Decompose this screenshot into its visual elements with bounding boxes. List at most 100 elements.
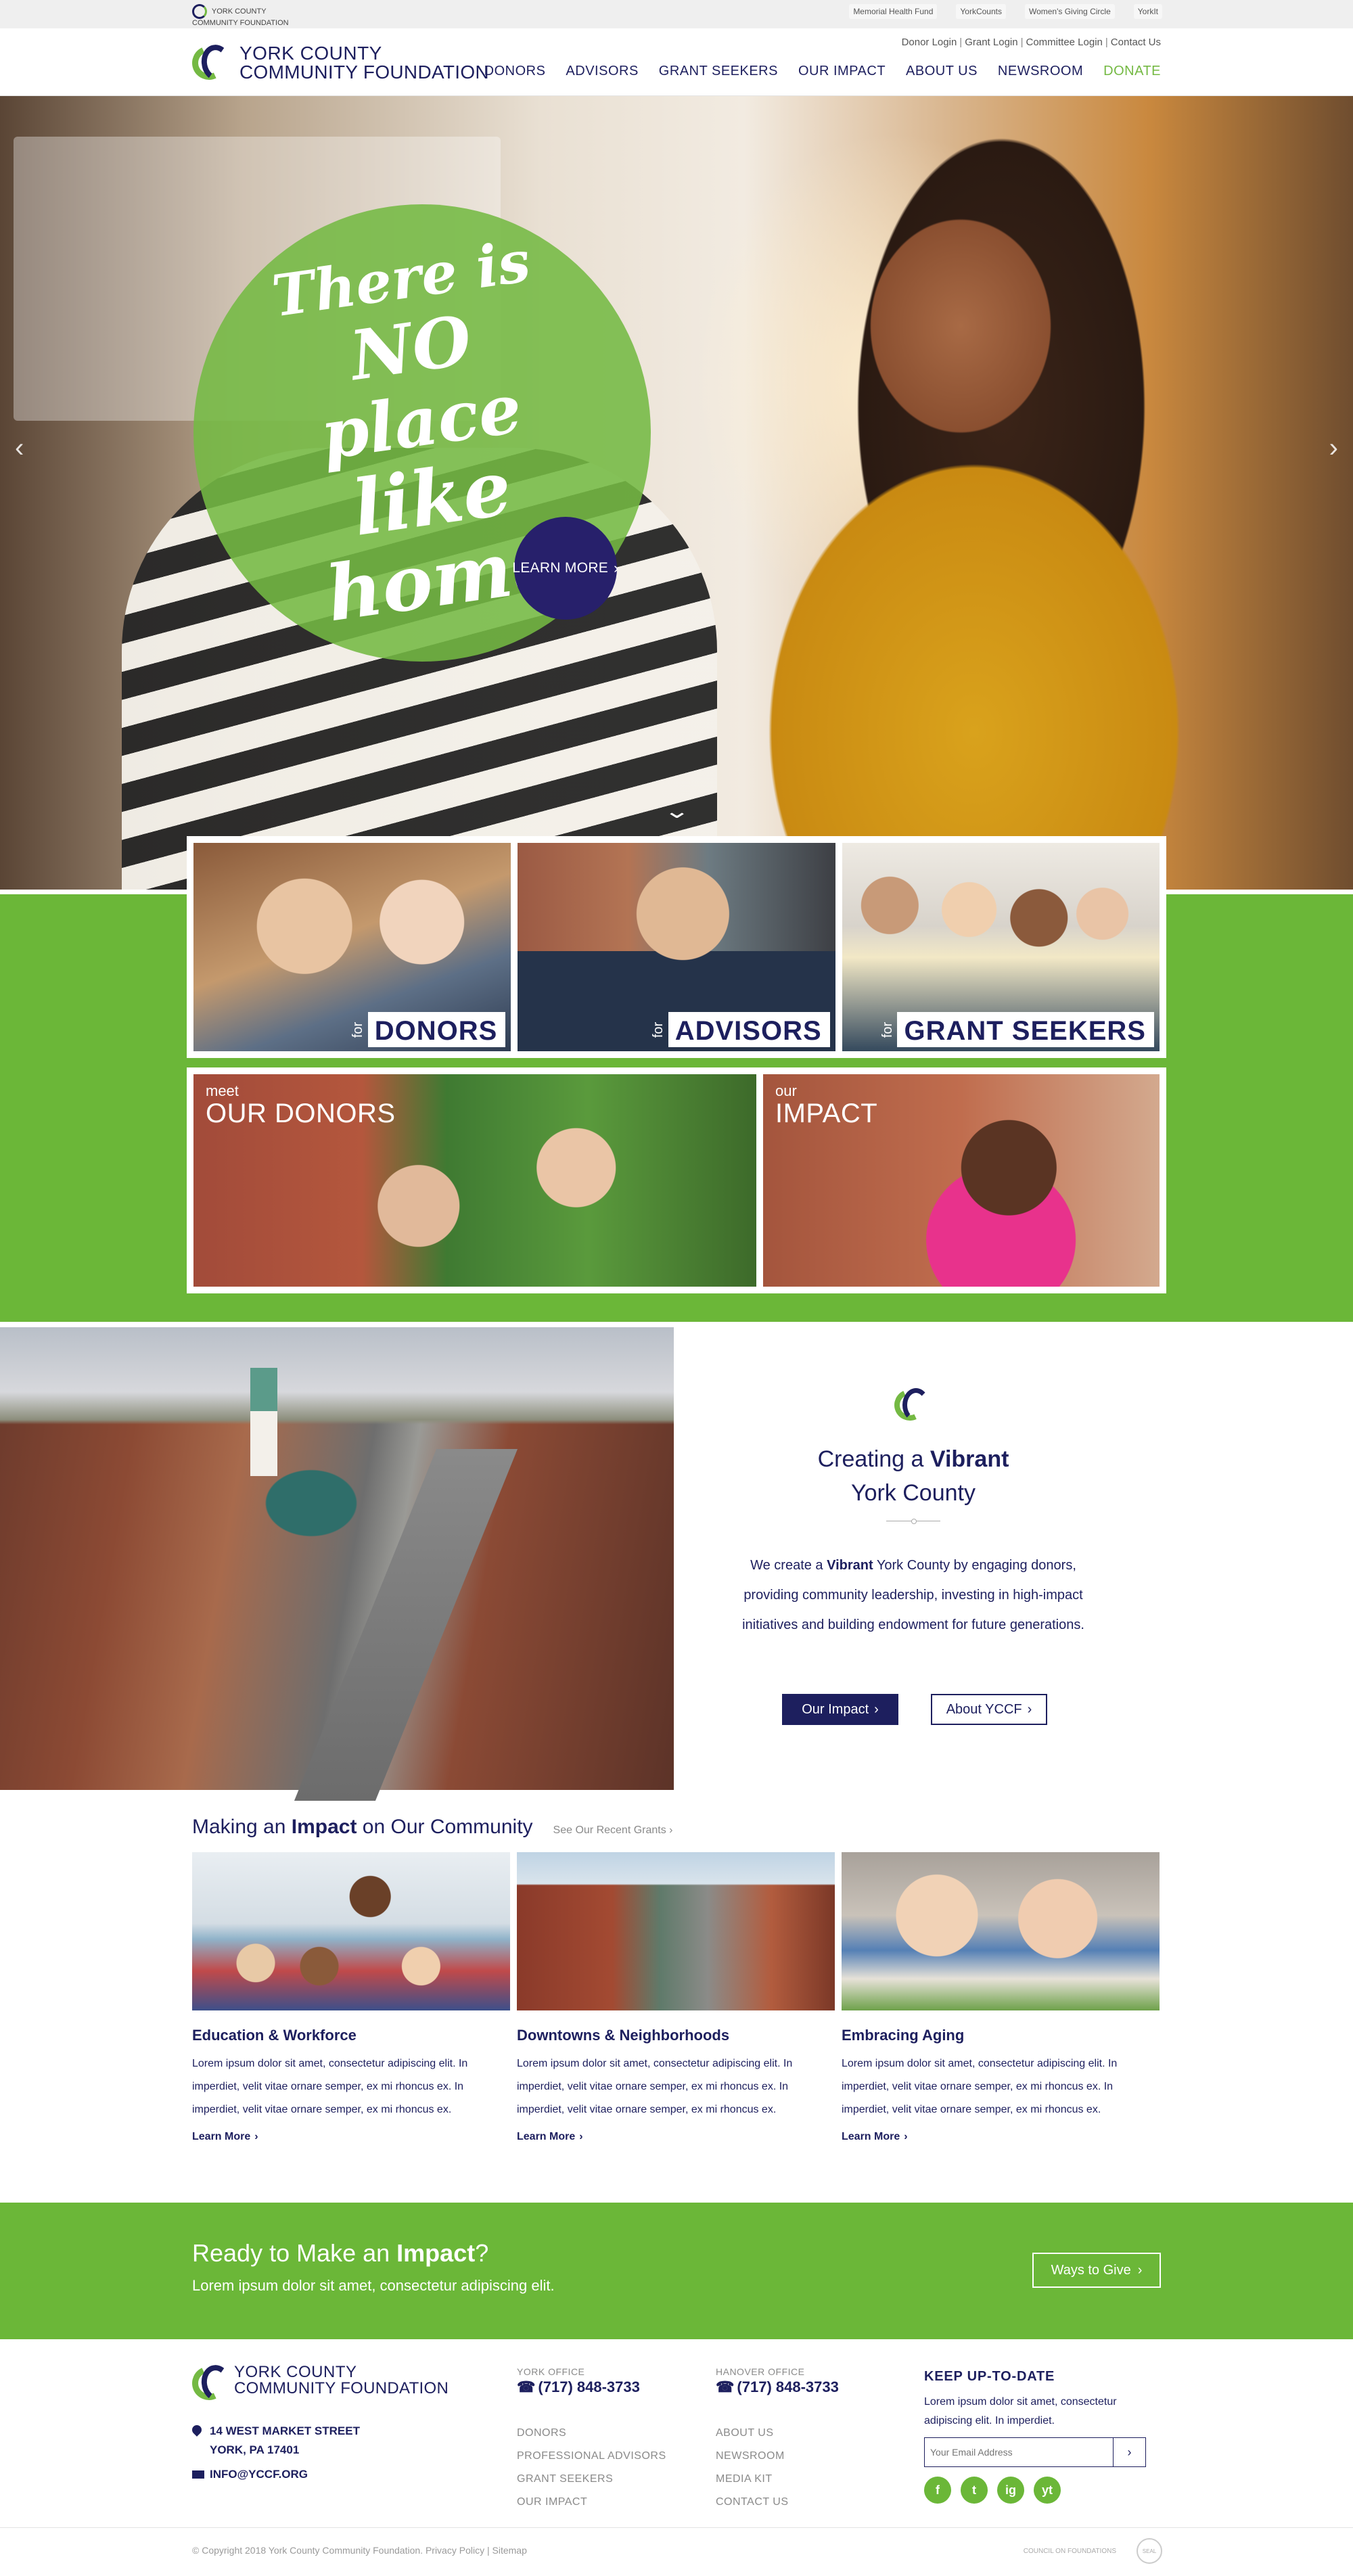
phone-icon: ☎ xyxy=(517,2378,536,2395)
nav-our-impact[interactable]: OUR IMPACT xyxy=(798,64,886,79)
logo-mark-icon xyxy=(890,1384,934,1426)
nav-donors[interactable]: DONORS xyxy=(484,64,546,79)
partner-logo[interactable]: YorkCounts xyxy=(956,4,1006,19)
email-input[interactable] xyxy=(925,2438,1113,2466)
logo-mark-icon xyxy=(187,2361,235,2406)
downtowns-photo[interactable] xyxy=(517,1852,835,2010)
tile-donors-label: DONORS xyxy=(367,1012,506,1047)
education-photo[interactable] xyxy=(192,1852,510,2010)
youtube-icon[interactable]: yt xyxy=(1034,2477,1061,2504)
impact-cards: Education & Workforce Lorem ipsum dolor … xyxy=(192,1852,1161,2143)
separator: | xyxy=(959,37,963,48)
grant-login-link[interactable]: Grant Login xyxy=(965,37,1017,48)
aging-photo[interactable] xyxy=(842,1852,1160,2010)
cta-band: Ready to Make an Impact? Lorem ipsum dol… xyxy=(0,2203,1353,2339)
footer-link-newsroom[interactable]: NEWSROOM xyxy=(716,2445,789,2468)
card-title[interactable]: Downtowns & Neighborhoods xyxy=(517,2027,835,2044)
nav-advisors[interactable]: ADVISORS xyxy=(566,64,638,79)
tile-impact-label: IMPACT xyxy=(775,1099,878,1128)
site-logo[interactable]: YORK COUNTY COMMUNITY FOUNDATION xyxy=(187,41,489,85)
hanover-phone[interactable]: ☎ (717) 848-3733 xyxy=(716,2378,839,2396)
nav-about-us[interactable]: ABOUT US xyxy=(906,64,978,79)
logo-mark-icon xyxy=(187,41,235,85)
footer-logo[interactable]: YORK COUNTY COMMUNITY FOUNDATION xyxy=(187,2361,449,2406)
card-title[interactable]: Education & Workforce xyxy=(192,2027,510,2044)
footer-link-professional-advisors[interactable]: PROFESSIONAL ADVISORS xyxy=(517,2445,666,2468)
partner-logo[interactable]: Women's Giving Circle xyxy=(1024,4,1115,19)
scroll-down-chevron-icon[interactable]: ⌄ xyxy=(663,800,690,823)
partner-logo[interactable]: YorkIt xyxy=(1133,4,1162,19)
learn-more-link[interactable]: Learn More › xyxy=(842,2131,908,2143)
learn-more-button[interactable]: LEARN MORE › xyxy=(512,517,619,620)
logo-line1: YORK COUNTY xyxy=(239,43,382,64)
footer-divider xyxy=(0,2527,1353,2528)
footer-logo-line1: YORK COUNTY xyxy=(234,2363,357,2381)
see-recent-grants-link[interactable]: See Our Recent Grants › xyxy=(553,1824,673,1837)
instagram-icon[interactable]: ig xyxy=(997,2477,1024,2504)
impact-card: Downtowns & Neighborhoods Lorem ipsum do… xyxy=(517,1852,835,2143)
contact-us-link[interactable]: Contact Us xyxy=(1111,37,1161,48)
twitter-icon[interactable]: t xyxy=(961,2477,988,2504)
social-links: f t ig yt xyxy=(924,2477,1161,2504)
logo-mark-icon xyxy=(192,4,207,19)
footer-link-our-impact[interactable]: OUR IMPACT xyxy=(517,2491,666,2514)
nav-newsroom[interactable]: NEWSROOM xyxy=(998,64,1083,79)
subscribe-button[interactable]: › xyxy=(1113,2438,1145,2466)
card-text: Lorem ipsum dolor sit amet, consectetur … xyxy=(517,2058,793,2115)
chevron-right-icon: › xyxy=(1137,2262,1143,2278)
footer-link-about-us[interactable]: ABOUT US xyxy=(716,2422,789,2445)
tile-for-label: for xyxy=(350,1021,366,1038)
nav-donate[interactable]: DONATE xyxy=(1103,64,1161,79)
learn-more-link[interactable]: Learn More › xyxy=(517,2131,583,2143)
copyright-text: © Copyright 2018 York County Community F… xyxy=(192,2545,527,2556)
footer-email-link[interactable]: INFO@YCCF.ORG xyxy=(192,2468,308,2481)
newsletter-form: › xyxy=(924,2437,1146,2467)
map-pin-icon xyxy=(190,2423,204,2437)
slider-prev-arrow-icon[interactable]: ‹ xyxy=(15,434,24,461)
our-impact-button[interactable]: Our Impact › xyxy=(782,1694,898,1725)
learn-more-link[interactable]: Learn More › xyxy=(192,2131,258,2143)
hero-slider: There is NO place like home LEARN MORE › … xyxy=(0,96,1353,890)
slider-next-arrow-icon[interactable]: › xyxy=(1329,434,1338,461)
council-on-foundations-badge[interactable]: COUNCIL ON FOUNDATIONS xyxy=(1024,2548,1116,2555)
donor-login-link[interactable]: Donor Login xyxy=(902,37,957,48)
chevron-right-icon: › xyxy=(1027,1701,1032,1717)
hero-photo-woman xyxy=(717,123,1326,890)
about-yccf-button[interactable]: About YCCF › xyxy=(931,1694,1047,1725)
mini-logo-line1: YORK COUNTY xyxy=(211,7,267,16)
chevron-right-icon: › xyxy=(614,559,619,576)
mission-section: Creating a Vibrant York County We create … xyxy=(676,1327,1353,1790)
seal-badge-icon[interactable]: SEAL xyxy=(1137,2538,1162,2564)
footer-link-donors[interactable]: DONORS xyxy=(517,2422,666,2445)
chevron-right-icon: › xyxy=(1127,2445,1132,2459)
hanover-office-label: HANOVER OFFICE xyxy=(716,2366,805,2377)
footer-link-grant-seekers[interactable]: GRANT SEEKERS xyxy=(517,2468,666,2491)
impact-heading-row: Making an Impact on Our Community See Ou… xyxy=(192,1816,673,1839)
tile-advisors[interactable]: for ADVISORS xyxy=(518,843,835,1051)
tile-our-impact[interactable]: our IMPACT xyxy=(763,1074,1160,1287)
york-phone[interactable]: ☎ (717) 848-3733 xyxy=(517,2378,640,2396)
tile-meet-label: meet xyxy=(206,1082,239,1099)
tile-advisors-label: ADVISORS xyxy=(668,1012,830,1047)
partner-logo[interactable]: Memorial Health Fund xyxy=(849,4,938,19)
utility-nav: Donor Login | Grant Login | Committee Logi… xyxy=(902,37,1161,48)
tile-for-label: for xyxy=(880,1021,896,1038)
envelope-icon xyxy=(192,2470,204,2479)
partner-logos: Memorial Health Fund YorkCounts Women's … xyxy=(849,4,1162,19)
chevron-right-icon: › xyxy=(874,1701,879,1717)
nav-grant-seekers[interactable]: GRANT SEEKERS xyxy=(659,64,778,79)
tile-donors[interactable]: for DONORS xyxy=(193,843,511,1051)
footer-links-about: ABOUT US NEWSROOM MEDIA KIT CONTACT US xyxy=(716,2422,789,2514)
tile-meet-our-donors[interactable]: meet OUR DONORS xyxy=(193,1074,756,1287)
footer-link-media-kit[interactable]: MEDIA KIT xyxy=(716,2468,789,2491)
tile-grant-seekers[interactable]: for GRANT SEEKERS xyxy=(842,843,1160,1051)
footer-links-audience: DONORS PROFESSIONAL ADVISORS GRANT SEEKE… xyxy=(517,2422,666,2514)
facebook-icon[interactable]: f xyxy=(924,2477,951,2504)
committee-login-link[interactable]: Committee Login xyxy=(1026,37,1103,48)
card-title[interactable]: Embracing Aging xyxy=(842,2027,1160,2044)
footer-link-contact-us[interactable]: CONTACT US xyxy=(716,2491,789,2514)
separator: | xyxy=(1105,37,1108,48)
cta-subtitle: Lorem ipsum dolor sit amet, consectetur … xyxy=(192,2277,555,2294)
mini-logo[interactable]: YORK COUNTY COMMUNITY FOUNDATION xyxy=(192,4,289,27)
ways-to-give-button[interactable]: Ways to Give › xyxy=(1032,2253,1161,2288)
